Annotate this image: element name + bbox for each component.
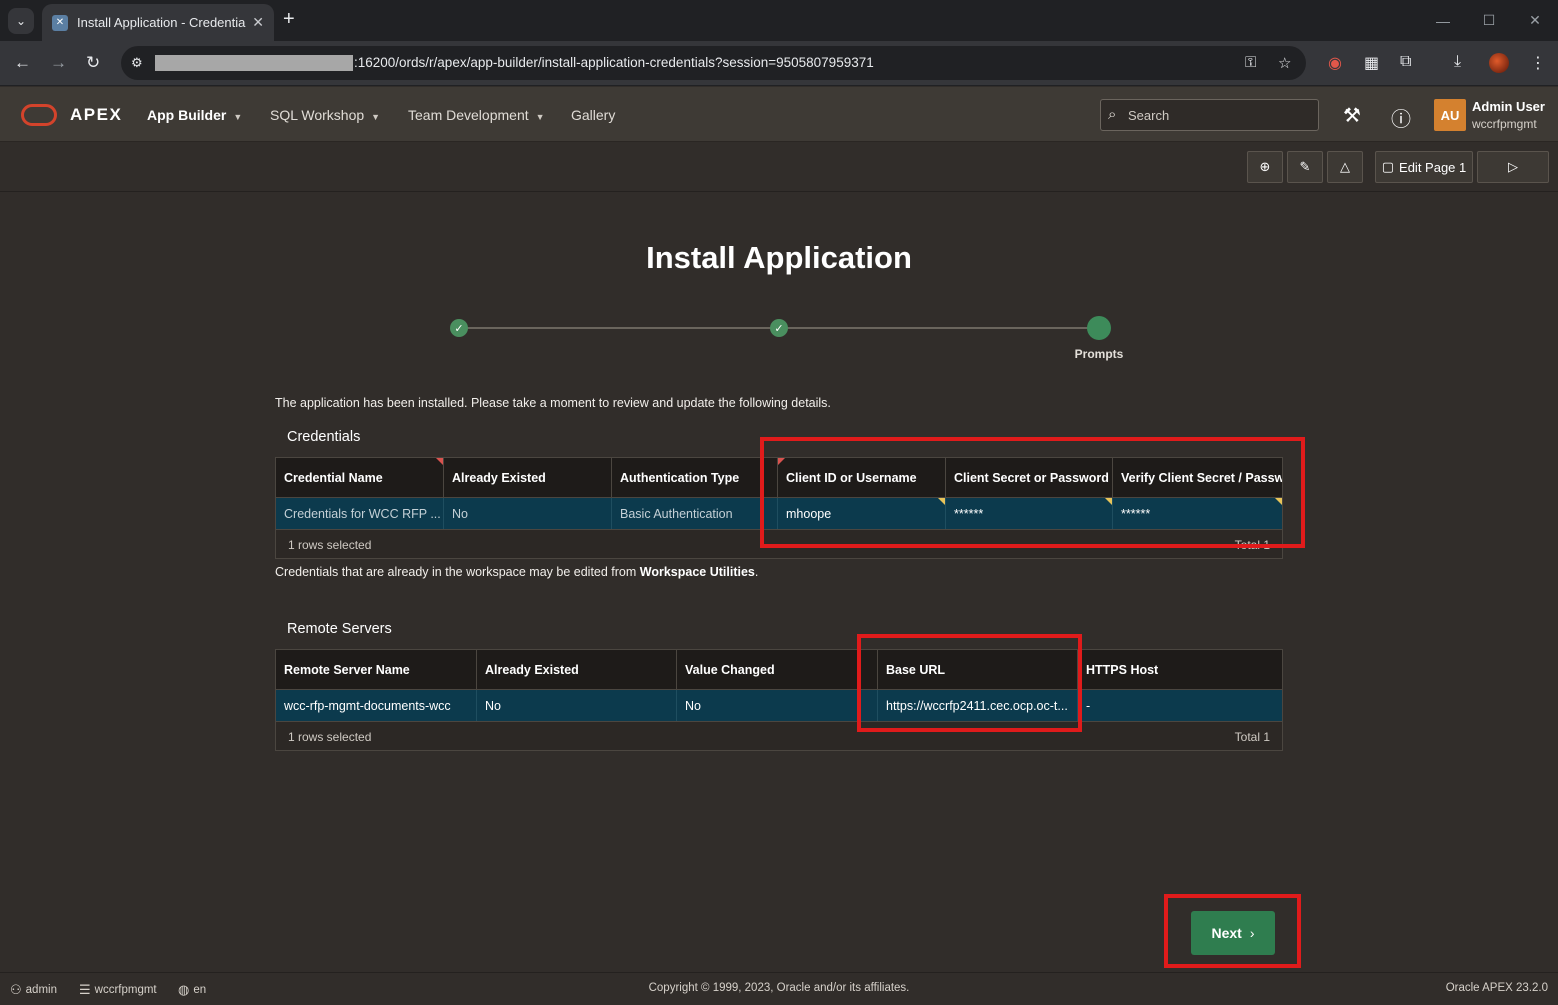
apex-brand[interactable]: APEX bbox=[70, 105, 122, 125]
pin-icon: ✎ bbox=[1299, 159, 1311, 174]
grid-footer: 1 rows selected Total 1 bbox=[276, 722, 1282, 750]
help-icon[interactable]: ⓘ bbox=[1391, 103, 1411, 132]
run-page-button[interactable]: ▷ bbox=[1477, 151, 1549, 183]
apex-favicon-icon: ✕ bbox=[52, 14, 68, 31]
cell-remote-server-name[interactable]: wcc-rfp-mgmt-documents-wcc bbox=[276, 690, 477, 721]
grid-header: Remote Server Name Already Existed Value… bbox=[276, 650, 1282, 690]
browser-tab-bar: ⌄ ✕ Install Application - Credentials ✕ … bbox=[0, 0, 1558, 41]
site-info-icon[interactable]: ⚙ bbox=[131, 55, 143, 71]
cell-https-host[interactable]: - bbox=[1078, 690, 1282, 721]
tab-title: Install Application - Credentials bbox=[77, 15, 247, 30]
workspace-utilities-link[interactable]: Workspace Utilities bbox=[640, 565, 755, 579]
edit-page-button[interactable]: ▢ Edit Page 1 bbox=[1375, 151, 1473, 183]
remote-servers-grid: Remote Server Name Already Existed Value… bbox=[275, 649, 1283, 751]
maximize-icon[interactable]: ☐ bbox=[1466, 0, 1512, 41]
administration-icon[interactable]: ⚒ bbox=[1343, 103, 1361, 128]
table-row[interactable]: wcc-rfp-mgmt-documents-wcc No No https:/… bbox=[276, 690, 1282, 722]
url-text[interactable]: :16200/ords/r/apex/app-builder/install-a… bbox=[354, 55, 874, 70]
close-tab-icon[interactable]: ✕ bbox=[252, 14, 264, 31]
version-text: Oracle APEX 23.2.0 bbox=[1445, 982, 1548, 994]
cell-credential-name[interactable]: Credentials for WCC RFP ... bbox=[276, 498, 444, 529]
highlight-box-credentials bbox=[760, 437, 1305, 548]
column-header[interactable]: Remote Server Name bbox=[276, 650, 477, 689]
window-controls: — ☐ ✕ bbox=[1420, 0, 1558, 41]
quick-sql-button[interactable]: ✎ bbox=[1287, 151, 1323, 183]
tab-search-button[interactable]: ⌄ bbox=[8, 8, 34, 34]
wizard-step-complete-icon: ✓ bbox=[770, 319, 788, 337]
address-bar[interactable]: ⚙ :16200/ords/r/apex/app-builder/install… bbox=[121, 46, 1306, 80]
search-placeholder: Search bbox=[1128, 108, 1170, 123]
search-icon: ⌕ bbox=[1108, 106, 1117, 123]
user-name[interactable]: Admin User bbox=[1472, 99, 1545, 114]
cell-already-existed[interactable]: No bbox=[477, 690, 677, 721]
cell-authentication-type[interactable]: Basic Authentication bbox=[612, 498, 778, 529]
wizard-step-current bbox=[1087, 316, 1111, 340]
intro-text: The application has been installed. Plea… bbox=[275, 396, 831, 410]
wizard-step-complete-icon: ✓ bbox=[450, 319, 468, 337]
column-header[interactable]: HTTPS Host bbox=[1078, 650, 1282, 689]
browser-tab[interactable]: ✕ Install Application - Credentials ✕ bbox=[42, 4, 274, 41]
cell-value-changed[interactable]: No bbox=[677, 690, 878, 721]
record-extension-icon[interactable]: ◉ bbox=[1328, 53, 1342, 73]
cell-already-existed[interactable]: No bbox=[444, 498, 612, 529]
close-window-icon[interactable]: ✕ bbox=[1512, 0, 1558, 41]
column-header[interactable]: Authentication Type bbox=[612, 458, 778, 497]
avatar[interactable]: AU bbox=[1434, 99, 1466, 131]
feedback-button[interactable]: ⊕ bbox=[1247, 151, 1283, 183]
extensions-puzzle-icon[interactable]: ⧉ bbox=[1400, 53, 1411, 71]
chevron-down-icon: ▼ bbox=[371, 112, 381, 122]
rows-selected-text: 1 rows selected bbox=[288, 730, 372, 744]
reload-icon[interactable]: ↻ bbox=[86, 53, 100, 73]
shapes-icon: △ bbox=[1340, 159, 1350, 174]
nav-gallery[interactable]: Gallery bbox=[571, 107, 615, 123]
chevron-right-icon: › bbox=[1249, 925, 1255, 941]
total-text: Total 1 bbox=[1234, 730, 1270, 744]
next-button[interactable]: Next › bbox=[1191, 911, 1275, 955]
chevron-down-icon: ▼ bbox=[535, 112, 545, 122]
profile-avatar[interactable] bbox=[1489, 53, 1509, 73]
column-header[interactable]: Already Existed bbox=[444, 458, 612, 497]
nav-team-development[interactable]: Team Development ▼ bbox=[408, 107, 545, 123]
feedback-icon: ⊕ bbox=[1259, 159, 1271, 174]
nav-sql-workshop[interactable]: SQL Workshop ▼ bbox=[270, 107, 380, 123]
oracle-logo-icon[interactable] bbox=[21, 104, 57, 126]
browser-toolbar: ← → ↻ ⚙ :16200/ords/r/apex/app-builder/i… bbox=[0, 41, 1558, 86]
page-toolbar: ⊕ ✎ △ ▢ Edit Page 1 ▷ bbox=[0, 142, 1558, 192]
password-key-icon[interactable]: ⚿ bbox=[1245, 54, 1256, 71]
browser-menu-icon[interactable]: ⋮ bbox=[1530, 53, 1546, 73]
credentials-note: Credentials that are already in the work… bbox=[275, 565, 759, 579]
page-footer: ⚇ admin ☰ wccrfpmgmt ◍ en Copyright © 1999,… bbox=[0, 972, 1558, 1005]
rows-selected-text: 1 rows selected bbox=[288, 538, 372, 552]
highlight-box-base-url bbox=[857, 634, 1082, 732]
column-header[interactable]: Value Changed bbox=[677, 650, 878, 689]
credentials-section-title: Credentials bbox=[287, 429, 361, 445]
back-icon[interactable]: ← bbox=[14, 53, 31, 73]
new-tab-icon[interactable]: + bbox=[283, 8, 295, 31]
page-title: Install Application bbox=[646, 240, 912, 275]
bookmark-star-icon[interactable]: ☆ bbox=[1278, 54, 1291, 72]
shared-components-button[interactable]: △ bbox=[1327, 151, 1363, 183]
search-input[interactable]: ⌕ Search bbox=[1100, 99, 1319, 131]
apex-header: APEX App Builder ▼ SQL Workshop ▼ Team Dev… bbox=[0, 87, 1558, 142]
redacted-host bbox=[155, 55, 353, 71]
forward-icon[interactable]: → bbox=[50, 53, 67, 73]
wizard-step-label: Prompts bbox=[1074, 347, 1124, 361]
column-header[interactable]: Credential Name bbox=[276, 458, 444, 497]
minimize-icon[interactable]: — bbox=[1420, 0, 1466, 41]
user-workspace: wccrfpmgmt bbox=[1472, 117, 1537, 131]
download-icon[interactable]: ⤓ bbox=[1454, 53, 1461, 71]
qr-extension-icon[interactable]: ▦ bbox=[1364, 53, 1379, 73]
edit-page-icon: ▢ bbox=[1381, 159, 1395, 174]
nav-app-builder[interactable]: App Builder ▼ bbox=[147, 107, 242, 123]
copyright-text: Copyright © 1999, 2023, Oracle and/or it… bbox=[648, 982, 910, 994]
column-header[interactable]: Already Existed bbox=[477, 650, 677, 689]
play-icon: ▷ bbox=[1508, 159, 1518, 174]
remote-servers-section-title: Remote Servers bbox=[287, 621, 392, 637]
chevron-down-icon: ▼ bbox=[233, 112, 243, 122]
